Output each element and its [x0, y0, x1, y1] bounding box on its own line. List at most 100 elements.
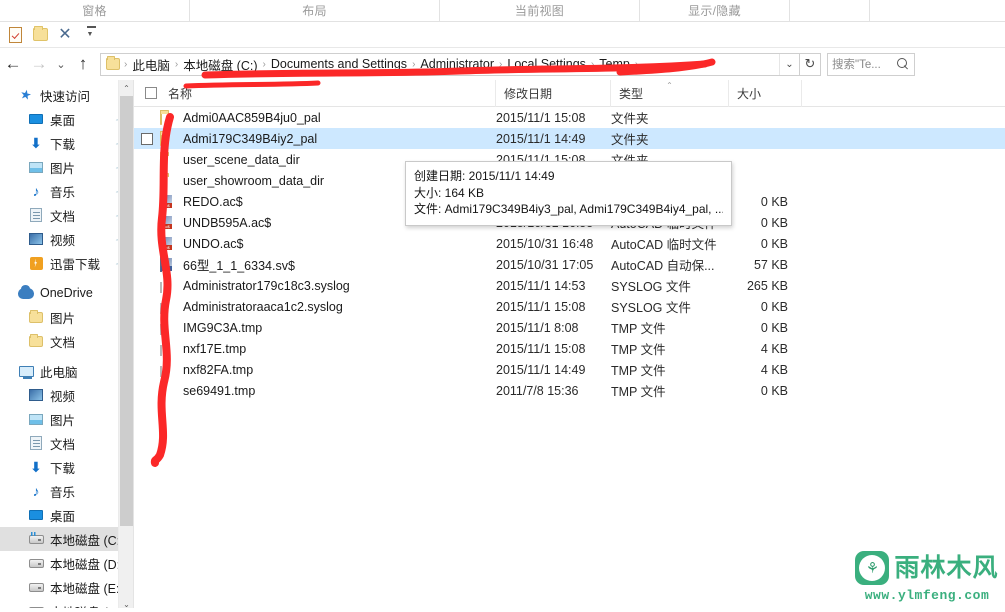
row-checkbox-cell[interactable] — [134, 132, 160, 145]
file-name-label: user_showroom_data_dir — [183, 173, 325, 188]
table-row[interactable]: Admi0AAC859B4ju0_pal 2015/11/1 15:08 文件夹 — [134, 107, 1005, 128]
recent-locations-button[interactable]: ⌄ — [52, 49, 70, 79]
chevron-down-icon: ⌄ — [785, 58, 794, 70]
file-name-cell[interactable]: IMG9C3A.tmp — [160, 319, 496, 336]
file-name-cell[interactable]: se69491.tmp — [160, 382, 496, 399]
documents-icon — [28, 435, 44, 451]
file-size-cell: 265 KB — [746, 278, 788, 293]
sidebar-group-onedrive[interactable]: OneDrive — [0, 281, 133, 305]
scroll-up-button[interactable]: ⌃ — [119, 80, 133, 96]
ribbon-group-layout[interactable]: 布局 — [190, 0, 440, 22]
file-size-cell: 4 KB — [760, 341, 788, 356]
select-all-checkbox[interactable] — [145, 87, 157, 99]
file-size-cell: 0 KB — [760, 236, 788, 251]
breadcrumb-item-administrator[interactable]: Administrator — [417, 57, 497, 71]
ribbon-group-show-hide[interactable]: 显示/隐藏 — [640, 0, 790, 22]
sidebar-item-onedrive-documents[interactable]: 文档 — [0, 329, 133, 353]
sidebar-item-thunder-download[interactable]: 迅雷下载 📌 — [0, 251, 133, 275]
autocad-temp-icon — [160, 193, 176, 210]
file-type-cell: TMP 文件 — [611, 364, 666, 378]
ribbon-group-extra-2[interactable] — [870, 0, 1005, 22]
forward-button[interactable]: → — [26, 49, 52, 79]
sidebar-item-pc-desktop[interactable]: 桌面 — [0, 503, 133, 527]
sidebar-item-pc-documents[interactable]: 文档 — [0, 431, 133, 455]
search-input[interactable]: 搜索"Te... — [827, 52, 915, 76]
download-icon: ⬇ — [30, 134, 42, 151]
sidebar-item-desktop[interactable]: 桌面 📌 — [0, 107, 133, 131]
breadcrumb-separator: › — [262, 58, 266, 70]
sidebar-item-onedrive-pictures[interactable]: 图片 — [0, 305, 133, 329]
refresh-button[interactable]: ↻ — [799, 52, 821, 76]
table-row[interactable]: Administrator179c18c3.syslog 2015/11/1 1… — [134, 275, 1005, 296]
sidebar-item-pictures[interactable]: 图片 📌 — [0, 155, 133, 179]
sidebar-item-pc-videos[interactable]: 视频 — [0, 383, 133, 407]
table-row[interactable]: se69491.tmp 2011/7/8 15:36 TMP 文件 0 KB — [134, 380, 1005, 401]
row-checkbox[interactable] — [141, 132, 153, 145]
table-row[interactable]: nxf82FA.tmp 2015/11/1 14:49 TMP 文件 4 KB — [134, 359, 1005, 380]
file-name-cell[interactable]: Admi0AAC859B4ju0_pal — [160, 109, 496, 126]
sidebar-group-label: OneDrive — [40, 286, 93, 300]
sidebar-item-documents[interactable]: 文档 📌 — [0, 203, 133, 227]
file-type-cell: SYSLOG 文件 — [611, 280, 691, 294]
sidebar-group-this-pc[interactable]: 此电脑 — [0, 359, 133, 383]
ribbon-group-current-view[interactable]: 当前视图 — [440, 0, 640, 22]
sidebar-item-pc-music[interactable]: ♪ 音乐 — [0, 479, 133, 503]
select-all-header[interactable] — [134, 80, 160, 107]
table-row[interactable]: Admi179C349B4iy2_pal 2015/11/1 14:49 文件夹 — [134, 128, 1005, 149]
watermark-top: ⚘ 雨林木风 — [855, 551, 998, 585]
file-name-cell[interactable]: UNDO.ac$ — [160, 235, 496, 252]
file-name-cell[interactable]: Administratoraaca1c2.syslog — [160, 298, 496, 315]
sidebar-item-local-disk-c[interactable]: 本地磁盘 (C:) — [0, 527, 133, 551]
address-dropdown-button[interactable]: ⌄ — [779, 53, 799, 75]
file-name-cell[interactable]: nxf82FA.tmp — [160, 361, 496, 378]
customize-toolbar-button[interactable] — [79, 24, 101, 46]
ribbon-group-panes[interactable]: 窗格 — [0, 0, 190, 22]
scrollbar-thumb[interactable] — [120, 96, 133, 526]
desktop-icon — [28, 507, 44, 523]
sidebar-item-local-disk-e[interactable]: 本地磁盘 (E:) — [0, 575, 133, 599]
generic-file-icon — [160, 319, 176, 336]
column-header-size[interactable]: 大小 — [729, 80, 802, 107]
table-row[interactable]: Administratoraaca1c2.syslog 2015/11/1 15… — [134, 296, 1005, 317]
file-size-cell: 0 KB — [760, 215, 788, 230]
sidebar-item-pc-downloads[interactable]: ⬇ 下载 — [0, 455, 133, 479]
properties-button[interactable] — [4, 24, 26, 46]
sidebar-item-label: 视频 — [50, 233, 76, 248]
sidebar-item-videos[interactable]: 视频 📌 — [0, 227, 133, 251]
column-header-type[interactable]: ⌃ 类型 — [611, 80, 729, 107]
folder-icon — [160, 109, 176, 126]
table-row[interactable]: nxf17E.tmp 2015/11/1 15:08 TMP 文件 4 KB — [134, 338, 1005, 359]
file-name-cell[interactable]: nxf17E.tmp — [160, 340, 496, 357]
table-row[interactable]: IMG9C3A.tmp 2015/11/1 8:08 TMP 文件 0 KB — [134, 317, 1005, 338]
ylmf-badge-icon: ⚘ — [855, 551, 890, 585]
column-header-name[interactable]: 名称 — [160, 80, 496, 107]
table-row[interactable]: 66型_1_1_6334.sv$ 2015/10/31 17:05 AutoCA… — [134, 254, 1005, 275]
breadcrumb-item-this-pc[interactable]: 此电脑 — [129, 55, 173, 74]
breadcrumb-item-local-disk-c[interactable]: 本地磁盘 (C:) — [180, 55, 260, 74]
file-name-cell[interactable]: Admi179C349B4iy2_pal — [160, 130, 496, 147]
close-button[interactable]: ✕ — [54, 24, 76, 46]
up-button[interactable]: ↑ — [70, 49, 96, 79]
back-button[interactable]: ← — [0, 49, 26, 79]
breadcrumb-item-local-settings[interactable]: Local Settings — [504, 57, 589, 71]
new-folder-button[interactable] — [29, 24, 51, 46]
sidebar-item-local-disk-d[interactable]: 本地磁盘 (D:) — [0, 551, 133, 575]
sidebar-item-music[interactable]: ♪ 音乐 📌 — [0, 179, 133, 203]
breadcrumb-separator: › — [124, 58, 128, 70]
sidebar-item-label: 本地磁盘 (D:) — [50, 557, 125, 572]
breadcrumb-item-documents-and-settings[interactable]: Documents and Settings — [268, 57, 410, 71]
pictures-icon — [28, 159, 44, 175]
address-box[interactable]: › 此电脑 › 本地磁盘 (C:) › Documents and Settin… — [100, 52, 800, 76]
ribbon-group-extra-1[interactable] — [790, 0, 870, 22]
breadcrumb-separator: › — [634, 58, 639, 70]
sidebar-item-pc-pictures[interactable]: 图片 — [0, 407, 133, 431]
table-row[interactable]: UNDO.ac$ 2015/10/31 16:48 AutoCAD 临时文件 0… — [134, 233, 1005, 254]
breadcrumb-item-temp[interactable]: Temp — [596, 57, 633, 71]
sidebar-group-quick-access[interactable]: ★ 快速访问 — [0, 83, 133, 107]
file-name-cell[interactable]: Administrator179c18c3.syslog — [160, 277, 496, 294]
file-name-cell[interactable]: 66型_1_1_6334.sv$ — [160, 255, 496, 274]
navigation-pane-scrollbar[interactable]: ⌃ ⌄ — [118, 80, 133, 612]
column-header-date[interactable]: 修改日期 — [496, 80, 611, 107]
sidebar-item-downloads[interactable]: ⬇ 下载 📌 — [0, 131, 133, 155]
system-drive-icon — [28, 531, 44, 547]
